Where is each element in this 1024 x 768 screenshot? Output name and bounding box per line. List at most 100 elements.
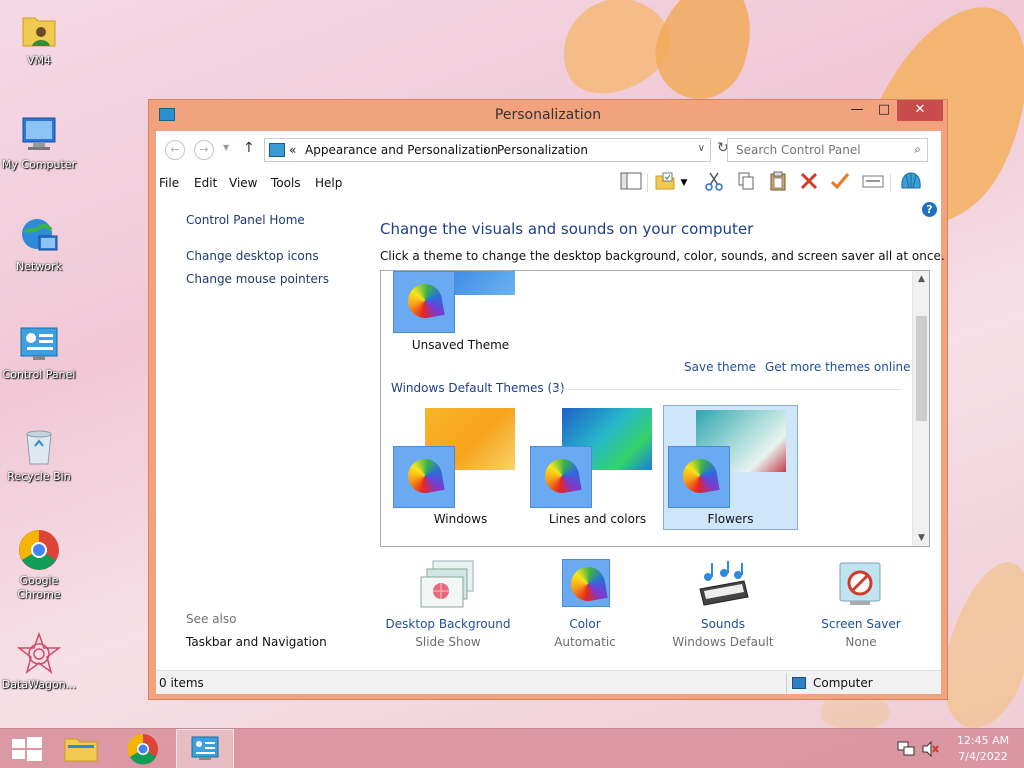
menu-tools[interactable]: Tools: [271, 176, 301, 190]
windows-logo-icon: [12, 737, 42, 761]
change-desktop-icons-link[interactable]: Change desktop icons: [186, 249, 319, 263]
theme-unsaved[interactable]: Unsaved Theme: [393, 271, 528, 358]
desktop-icon-my-computer[interactable]: My Computer: [0, 112, 78, 172]
sounds-item[interactable]: Sounds Windows Default: [658, 559, 788, 649]
sounds-label[interactable]: Sounds: [658, 617, 788, 631]
color-fan-icon: [680, 456, 720, 496]
search-icon[interactable]: ⌕: [914, 142, 921, 157]
menu-view[interactable]: View: [229, 176, 257, 190]
toolbar-separator: [890, 174, 891, 192]
cut-icon[interactable]: [702, 171, 726, 195]
color-value: Automatic: [554, 635, 616, 649]
taskbar-navigation-link[interactable]: Taskbar and Navigation: [186, 635, 327, 649]
screen-saver-label[interactable]: Screen Saver: [796, 617, 926, 631]
theme-list-scrollbar[interactable]: ▲ ▼: [912, 271, 929, 546]
title-bar[interactable]: Personalization — □ ✕: [149, 100, 947, 131]
address-bar[interactable]: « Appearance and Personalization › Perso…: [264, 138, 711, 162]
change-mouse-pointers-link[interactable]: Change mouse pointers: [186, 272, 329, 286]
theme-list: Unsaved Theme Save theme Get more themes…: [380, 270, 930, 547]
theme-name: Unsaved Theme: [411, 338, 510, 352]
color-fan-icon: [568, 564, 608, 604]
search-input[interactable]: [728, 139, 898, 161]
theme-name: Windows: [433, 512, 488, 526]
color-item[interactable]: Color Automatic: [520, 559, 650, 649]
desktop-background-value: Slide Show: [415, 635, 481, 649]
theme-windows[interactable]: Windows: [393, 408, 528, 533]
theme-color-swatch: [530, 446, 592, 508]
taskbar-control-panel[interactable]: [176, 729, 234, 768]
menu-help[interactable]: Help: [315, 176, 342, 190]
copy-icon[interactable]: [734, 171, 758, 195]
taskbar-file-explorer[interactable]: [54, 729, 108, 768]
status-separator: [786, 673, 787, 693]
theme-name: Flowers: [707, 512, 754, 526]
forward-button[interactable]: →: [194, 140, 214, 160]
maximize-button[interactable]: □: [871, 100, 897, 121]
chevron-down-icon[interactable]: ∨: [698, 143, 705, 154]
theme-group-title: Windows Default Themes (3): [391, 381, 565, 395]
chevron-down-icon[interactable]: ▼: [672, 171, 696, 195]
recent-locations-dropdown[interactable]: ▼: [223, 143, 229, 152]
shell-icon[interactable]: [899, 171, 923, 195]
screen-saver-value: None: [845, 635, 877, 649]
scroll-thumb[interactable]: [916, 316, 927, 421]
desktop-background-label[interactable]: Desktop Background: [383, 617, 513, 631]
close-button[interactable]: ✕: [897, 100, 943, 121]
control-panel-icon: [191, 736, 219, 760]
desktop-icon-recycle-bin[interactable]: Recycle Bin: [0, 424, 78, 484]
screen-saver-item[interactable]: Screen Saver None: [796, 559, 926, 649]
paste-icon[interactable]: [766, 171, 790, 195]
menu-file[interactable]: File: [159, 176, 179, 190]
network-tray-icon[interactable]: [897, 741, 915, 760]
desktop-icon-vm4[interactable]: VM4: [0, 8, 78, 68]
desktop-icon-control-panel[interactable]: Control Panel: [0, 322, 78, 382]
address-prefix[interactable]: «: [289, 143, 296, 157]
menu-bar: File Edit View Tools Help ▼: [156, 171, 941, 195]
desktop-icon-datawagon[interactable]: DataWagon...: [0, 631, 78, 692]
delete-icon[interactable]: [797, 171, 821, 195]
screen-saver-icon: [832, 559, 890, 611]
taskbar-chrome[interactable]: [116, 729, 170, 768]
theme-lines-and-colors[interactable]: Lines and colors: [530, 408, 665, 533]
minimize-button[interactable]: —: [844, 100, 870, 121]
window-content: ← → ▼ ↑ « Appearance and Personalization…: [156, 131, 945, 694]
control-panel-home-link[interactable]: Control Panel Home: [186, 213, 305, 227]
window-title: Personalization: [494, 107, 602, 123]
properties-icon[interactable]: [861, 171, 885, 195]
menu-edit[interactable]: Edit: [194, 176, 217, 190]
save-theme-link[interactable]: Save theme: [684, 360, 756, 374]
color-fan-icon: [405, 456, 445, 496]
desktop-icon-google-chrome[interactable]: Google Chrome: [0, 528, 78, 602]
breadcrumb-appearance[interactable]: Appearance and Personalization: [305, 143, 498, 157]
personalization-window: Personalization — □ ✕ ← → ▼ ↑ « Appearan…: [148, 99, 948, 700]
taskbar: 12:45 AM 7/4/2022: [0, 728, 1024, 768]
checkmark-icon[interactable]: [828, 171, 852, 195]
theme-color-swatch: [668, 446, 730, 508]
breadcrumb-separator[interactable]: ›: [483, 143, 488, 157]
desktop-icon-label: My Computer: [1, 158, 77, 171]
color-fan-icon: [405, 281, 445, 321]
chrome-icon: [17, 528, 61, 572]
address-row: ← → ▼ ↑ « Appearance and Personalization…: [156, 131, 941, 169]
get-more-themes-link[interactable]: Get more themes online: [765, 360, 911, 374]
layout-pane-icon[interactable]: [619, 171, 643, 195]
desktop-icon-label: VM4: [26, 54, 51, 67]
status-location: Computer: [813, 676, 873, 690]
desktop-icon-network[interactable]: Network: [0, 214, 78, 274]
system-clock[interactable]: 12:45 AM 7/4/2022: [950, 733, 1016, 765]
help-icon[interactable]: ?: [922, 202, 937, 217]
desktop-background-item[interactable]: Desktop Background Slide Show: [383, 559, 513, 649]
up-button[interactable]: ↑: [243, 140, 255, 156]
color-label[interactable]: Color: [520, 617, 650, 631]
start-button[interactable]: [0, 729, 54, 768]
search-box[interactable]: ⌕: [727, 138, 928, 162]
control-panel-icon: [17, 322, 61, 366]
volume-muted-icon[interactable]: [921, 740, 939, 760]
breadcrumb-personalization[interactable]: Personalization: [497, 143, 588, 157]
scroll-up-icon[interactable]: ▲: [913, 274, 929, 284]
sounds-value: Windows Default: [672, 635, 774, 649]
back-button[interactable]: ←: [165, 140, 185, 160]
theme-flowers[interactable]: Flowers: [663, 405, 798, 530]
scroll-down-icon[interactable]: ▼: [913, 533, 929, 543]
wallpaper-petal: [642, 0, 768, 112]
